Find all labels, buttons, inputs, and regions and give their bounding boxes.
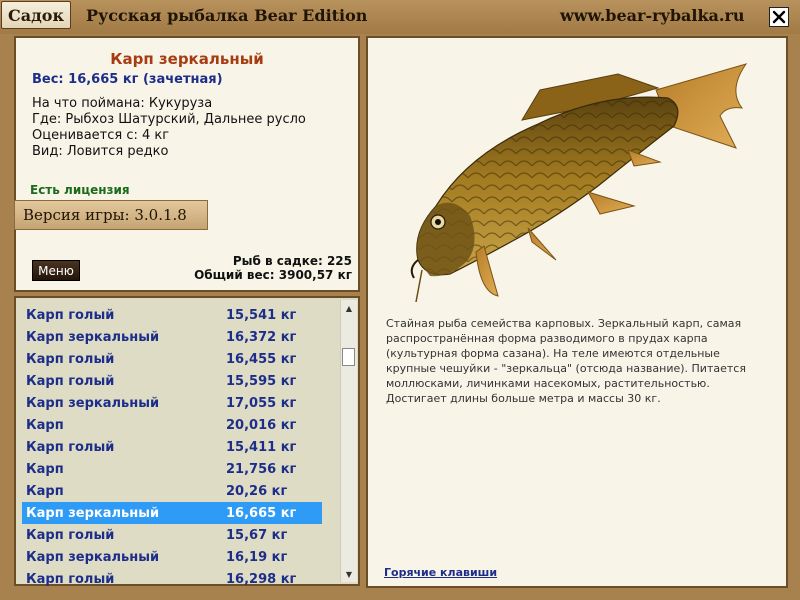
list-scrollbar[interactable]: ▲ ▼	[340, 300, 357, 582]
rarity-info: Вид: Ловится редко	[32, 144, 169, 159]
catch-fish-name: Карп зеркальный	[26, 395, 160, 411]
catch-fish-name: Карп зеркальный	[26, 329, 160, 345]
location-info: Где: Рыбхоз Шатурский, Дальнее русло	[32, 112, 306, 127]
total-weight: Общий вес: 3900,57 кг	[194, 268, 352, 282]
catch-fish-weight: 16,665 кг	[226, 505, 297, 521]
catch-fish-name: Карп голый	[26, 439, 115, 455]
catch-fish-weight: 15,595 кг	[226, 373, 297, 389]
catch-fish-name: Карп	[26, 483, 64, 499]
catch-list-row[interactable]: Карп зеркальный 16,665 кг	[22, 502, 322, 524]
catch-fish-weight: 15,411 кг	[226, 439, 297, 455]
close-button[interactable]	[769, 7, 789, 27]
fish-name-heading: Карп зеркальный	[110, 50, 264, 68]
fish-description: Стайная рыба семейства карповых. Зеркаль…	[386, 317, 746, 405]
fish-weight: Вес: 16,665 кг (зачетная)	[32, 72, 223, 87]
catch-list-row[interactable]: Карп голый 15,595 кг	[22, 370, 322, 392]
catch-fish-name: Карп голый	[26, 373, 115, 389]
catch-fish-weight: 16,19 кг	[226, 549, 288, 565]
catch-fish-weight: 15,67 кг	[226, 527, 288, 543]
title-bar: Садок Русская рыбалка Bear Edition www.b…	[0, 0, 800, 34]
game-version-badge: Версия игры: 3.0.1.8	[14, 200, 208, 230]
app-url[interactable]: www.bear-rybalka.ru	[560, 6, 745, 25]
catch-list-row[interactable]: Карп 21,756 кг	[22, 458, 322, 480]
catch-list-row[interactable]: Карп голый 16,455 кг	[22, 348, 322, 370]
catch-list: Карп голый 15,541 кг Карп зеркальный 16,372…	[14, 296, 360, 587]
catch-fish-name: Карп голый	[26, 527, 115, 543]
hotkeys-link[interactable]: Горячие клавиши	[384, 566, 497, 579]
close-icon	[772, 10, 786, 24]
catch-list-row[interactable]: Карп голый 16,298 кг	[22, 568, 322, 590]
catch-fish-weight: 15,541 кг	[226, 307, 297, 323]
fish-count: Рыб в садке: 225	[232, 254, 352, 268]
catch-fish-weight: 20,26 кг	[226, 483, 288, 499]
catch-fish-name: Карп голый	[26, 307, 115, 323]
catch-list-row[interactable]: Карп зеркальный 16,372 кг	[22, 326, 322, 348]
catch-fish-name: Карп голый	[26, 571, 115, 587]
catch-list-row[interactable]: Карп 20,016 кг	[22, 414, 322, 436]
catch-fish-name: Карп зеркальный	[26, 549, 160, 565]
arrow-down-icon[interactable]: ▼	[341, 566, 357, 582]
catch-list-row[interactable]: Карп голый 15,411 кг	[22, 436, 322, 458]
bait-info: На что поймана: Кукуруза	[32, 96, 213, 111]
catch-list-row[interactable]: Карп голый 15,67 кг	[22, 524, 322, 546]
catch-fish-weight: 17,055 кг	[226, 395, 297, 411]
fish-info-panel: Карп зеркальный Вес: 16,665 кг (зачетная…	[14, 36, 360, 292]
fish-details-panel: Стайная рыба семейства карповых. Зеркаль…	[366, 36, 788, 588]
scroll-thumb[interactable]	[342, 348, 355, 366]
catch-list-row[interactable]: Карп зеркальный 17,055 кг	[22, 392, 322, 414]
catch-fish-weight: 16,298 кг	[226, 571, 297, 587]
catch-fish-weight: 20,016 кг	[226, 417, 297, 433]
menu-button[interactable]: Меню	[32, 260, 80, 281]
catch-list-row[interactable]: Карп голый 15,541 кг	[22, 304, 322, 326]
catch-fish-name: Карп зеркальный	[26, 505, 160, 521]
license-status: Есть лицензия	[30, 183, 130, 197]
app-title: Русская рыбалка Bear Edition	[86, 6, 368, 25]
tab-sadok[interactable]: Садок	[1, 1, 71, 29]
catch-list-row[interactable]: Карп зеркальный 16,19 кг	[22, 546, 322, 568]
catch-fish-name: Карп голый	[26, 351, 115, 367]
catch-fish-weight: 16,372 кг	[226, 329, 297, 345]
arrow-up-icon[interactable]: ▲	[341, 300, 357, 316]
catch-fish-weight: 16,455 кг	[226, 351, 297, 367]
catch-fish-name: Карп	[26, 417, 64, 433]
catch-fish-weight: 21,756 кг	[226, 461, 297, 477]
catch-list-row[interactable]: Карп 20,26 кг	[22, 480, 322, 502]
catch-fish-name: Карп	[26, 461, 64, 477]
carp-fish-image	[410, 63, 748, 303]
value-info: Оценивается с: 4 кг	[32, 128, 170, 143]
